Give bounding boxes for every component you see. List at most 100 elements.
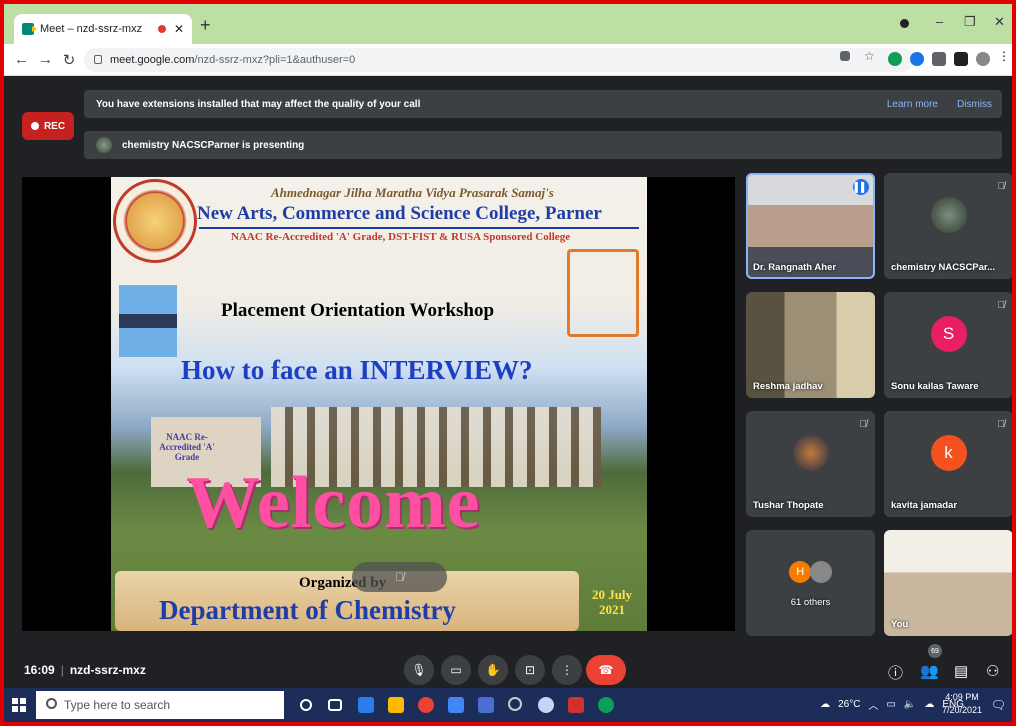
kebab-menu-icon: ⋮ bbox=[561, 663, 573, 677]
presentation-area: Ahmednagar Jilha Maratha Vidya Prasarak … bbox=[22, 177, 735, 631]
volume-icon[interactable]: 🔈 bbox=[904, 699, 916, 710]
mic-icon: 🎙 bbox=[411, 663, 427, 677]
raise-hand-button[interactable]: ✋ bbox=[478, 655, 508, 685]
calendar-icon[interactable] bbox=[358, 697, 374, 713]
avatar[interactable] bbox=[976, 52, 990, 66]
chevron-up-icon[interactable]: ︿ bbox=[868, 697, 878, 712]
maximize-button[interactable]: ❐ bbox=[964, 14, 976, 30]
speaking-icon: ▌▌ bbox=[853, 179, 869, 195]
slide-accreditation: NAAC Re-Accredited 'A' Grade, DST-FIST &… bbox=[231, 231, 571, 243]
star-icon[interactable]: ☆ bbox=[864, 49, 875, 63]
mic-off-icon: 🎙̸ bbox=[997, 419, 1006, 430]
tab-bar: Meet – nzd-ssrz-mxz ✕ + – ❐ ✕ bbox=[4, 4, 1012, 44]
back-icon[interactable]: ← bbox=[14, 51, 29, 68]
search-placeholder: Type here to search bbox=[64, 698, 171, 712]
onedrive-icon[interactable]: ☁ bbox=[924, 699, 934, 710]
task-view-icon[interactable] bbox=[328, 699, 342, 711]
people-illustration bbox=[119, 285, 177, 357]
slide-college: New Arts, Commerce and Science College, … bbox=[197, 203, 602, 224]
present-icon: ⊡ bbox=[524, 663, 536, 677]
avatar: k bbox=[930, 435, 967, 472]
participant-tile[interactable]: 🎙̸ chemistry NACSCPar... bbox=[884, 173, 1012, 279]
dismiss-button[interactable]: Dismiss bbox=[957, 99, 992, 110]
extension-icon[interactable] bbox=[932, 52, 946, 66]
forward-icon[interactable]: → bbox=[38, 51, 53, 68]
interview-illustration bbox=[567, 249, 639, 337]
chrome-icon[interactable] bbox=[418, 697, 434, 713]
participant-name: chemistry NACSCPar... bbox=[891, 262, 996, 273]
participant-name: You bbox=[891, 619, 909, 630]
close-tab-icon[interactable]: ✕ bbox=[174, 22, 184, 36]
taskbar-clock[interactable]: 4:09 PM 7/20/2021 bbox=[942, 691, 982, 717]
participant-tile[interactable]: Reshma jadhav bbox=[746, 292, 875, 398]
cortana-icon[interactable] bbox=[300, 699, 312, 711]
avatar: S bbox=[930, 316, 967, 353]
microphone-button[interactable]: 🎙 bbox=[404, 655, 434, 685]
participant-tile[interactable]: 🎙̸ Tushar Thopate bbox=[746, 411, 875, 517]
participant-name: Sonu kailas Taware bbox=[891, 381, 979, 392]
avatar bbox=[930, 197, 967, 234]
reload-icon[interactable]: ↻ bbox=[62, 51, 76, 69]
participant-tile[interactable]: 🎙̸ S Sonu kailas Taware bbox=[884, 292, 1012, 398]
url-field[interactable]: meet.google.com/nzd-ssrz-mxz?pli=1&authu… bbox=[84, 48, 914, 72]
recording-dot-icon bbox=[157, 25, 166, 33]
recording-badge: REC bbox=[22, 112, 74, 140]
weather-icon[interactable]: ☁ bbox=[820, 699, 830, 710]
url-path: /nzd-ssrz-mxz?pli=1&authuser=0 bbox=[194, 54, 356, 66]
activities-icon[interactable]: ⚇ bbox=[986, 662, 999, 680]
windows-start-icon[interactable] bbox=[12, 698, 26, 712]
participant-tile[interactable]: H 61 others bbox=[746, 530, 875, 636]
presenting-text: chemistry NACSCParner is presenting bbox=[122, 139, 305, 151]
extension-icon[interactable] bbox=[910, 52, 924, 66]
kebab-menu-icon[interactable]: ⋮ bbox=[998, 49, 1010, 63]
clock-time: 4:09 PM bbox=[945, 692, 979, 702]
weather-temp[interactable]: 26°C bbox=[838, 699, 860, 710]
present-button[interactable]: ⊡ bbox=[515, 655, 545, 685]
camera-button[interactable]: ▭ bbox=[441, 655, 471, 685]
participant-name: Tushar Thopate bbox=[753, 500, 824, 511]
extension-icon[interactable] bbox=[888, 52, 902, 66]
participant-count-badge: 69 bbox=[928, 644, 942, 658]
tab-title: Meet – nzd-ssrz-mxz bbox=[40, 23, 143, 35]
self-view-tile[interactable]: You bbox=[884, 530, 1012, 636]
app-icon[interactable] bbox=[568, 697, 584, 713]
notification-icon[interactable]: 🗨 bbox=[991, 698, 1006, 712]
participant-name: kavita jamadar bbox=[891, 500, 958, 511]
end-call-button[interactable]: ☎ bbox=[586, 655, 626, 685]
media-player-icon[interactable] bbox=[508, 697, 522, 711]
app-icon[interactable] bbox=[538, 697, 554, 713]
puzzle-icon[interactable] bbox=[954, 52, 968, 66]
network-icon[interactable]: ▭ bbox=[886, 699, 895, 710]
divider bbox=[199, 227, 639, 229]
browser-tab[interactable]: Meet – nzd-ssrz-mxz ✕ bbox=[14, 14, 192, 44]
close-window-button[interactable]: ✕ bbox=[994, 14, 1005, 30]
extension-warning-banner: You have extensions installed that may a… bbox=[84, 90, 1002, 118]
profile-icon[interactable] bbox=[900, 19, 909, 28]
avatar: H bbox=[789, 561, 812, 584]
new-tab-button[interactable]: + bbox=[200, 15, 211, 36]
learn-more-link[interactable]: Learn more bbox=[887, 99, 938, 110]
people-icon[interactable]: 👥 bbox=[920, 662, 939, 680]
chat-icon[interactable]: ▤ bbox=[954, 662, 968, 680]
participant-name: Dr. Rangnath Aher bbox=[753, 262, 837, 273]
presenting-banner: chemistry NACSCParner is presenting bbox=[84, 131, 1002, 159]
participant-tile[interactable]: 🎙̸ k kavita jamadar bbox=[884, 411, 1012, 517]
lock-icon bbox=[94, 55, 102, 64]
chrome-active-icon[interactable] bbox=[598, 697, 614, 713]
participant-tile[interactable]: ▌▌ Dr. Rangnath Aher bbox=[746, 173, 875, 279]
store-icon[interactable] bbox=[448, 697, 464, 713]
minimize-button[interactable]: – bbox=[936, 14, 943, 29]
taskbar-search-input[interactable]: Type here to search bbox=[36, 691, 284, 719]
separator: | bbox=[60, 663, 64, 677]
camera-icon[interactable] bbox=[840, 51, 850, 61]
more-options-button[interactable]: ⋮ bbox=[552, 655, 582, 685]
windows-taskbar: Type here to search ☁ 26°C ︿ ▭ 🔈 ☁ ENG 4… bbox=[4, 688, 1012, 722]
meeting-info: 16:09 | nzd-ssrz-mxz bbox=[24, 663, 146, 677]
camera-app-icon[interactable] bbox=[478, 697, 494, 713]
file-explorer-icon[interactable] bbox=[388, 697, 404, 713]
college-logo bbox=[113, 179, 197, 263]
info-icon[interactable]: ⓘ bbox=[888, 662, 903, 683]
hand-icon: ✋ bbox=[485, 663, 501, 677]
search-icon bbox=[46, 698, 57, 709]
url-host: meet.google.com bbox=[110, 54, 195, 66]
